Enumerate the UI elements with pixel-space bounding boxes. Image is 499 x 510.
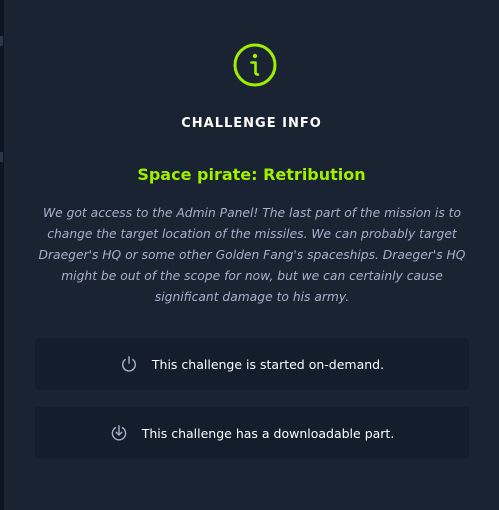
downloadable-info-card: This challenge has a downloadable part. <box>35 407 469 459</box>
challenge-name: Space pirate: Retribution <box>137 165 366 184</box>
backdrop-marker <box>0 152 3 162</box>
on-demand-info-card: This challenge is started on-demand. <box>35 338 469 390</box>
downloadable-text: This challenge has a downloadable part. <box>141 425 395 441</box>
challenge-info-modal: CHALLENGE INFO Space pirate: Retribution… <box>4 0 499 510</box>
download-icon <box>111 425 126 441</box>
power-icon <box>121 356 136 372</box>
on-demand-text: This challenge is started on-demand. <box>151 356 385 372</box>
challenge-description: We got access to the Admin Panel! The la… <box>38 206 466 304</box>
info-circle-icon <box>233 43 277 87</box>
modal-title: CHALLENGE INFO <box>181 116 322 131</box>
backdrop-marker <box>0 36 3 46</box>
